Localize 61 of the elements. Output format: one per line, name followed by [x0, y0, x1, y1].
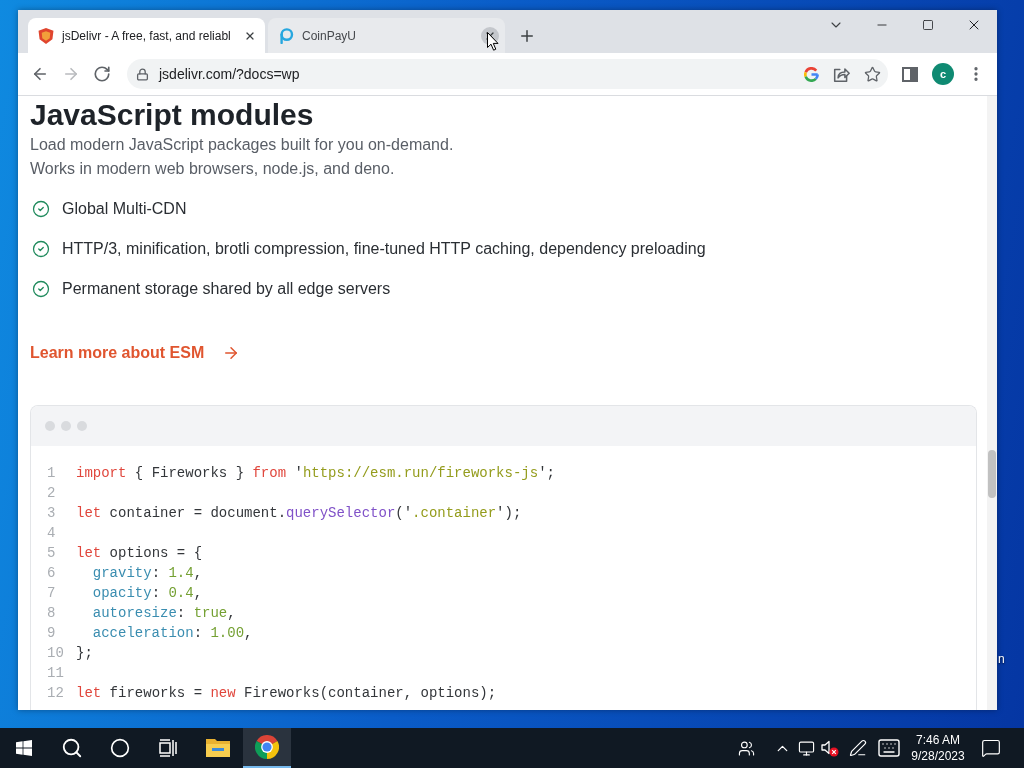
line-number: 4	[47, 524, 57, 543]
line-number: 6	[47, 564, 57, 583]
feature-text: Permanent storage shared by all edge servers	[62, 279, 391, 299]
line-number: 1	[47, 464, 57, 483]
line-number: 3	[47, 504, 57, 523]
code-line: let options = {	[76, 544, 203, 563]
check-circle-icon	[32, 200, 50, 218]
line-number: 5	[47, 544, 57, 563]
line-number: 7	[47, 584, 57, 603]
clock[interactable]: 7:46 AM 9/28/2023	[904, 728, 972, 768]
browser-logo-icon	[255, 735, 279, 759]
browser-tab[interactable]: jsDelivr - A free, fast, and reliabl	[28, 18, 265, 53]
feature-text: Global Multi-CDN	[62, 199, 187, 219]
keyboard-icon[interactable]	[877, 736, 901, 760]
code-line: import { Fireworks } from 'https://esm.run/fireworks-js';	[76, 464, 555, 483]
monitor-icon[interactable]	[797, 739, 815, 757]
pen-icon[interactable]	[849, 739, 867, 757]
check-circle-icon	[32, 240, 50, 258]
section-heading: JavaScript modules	[30, 98, 315, 132]
line-number: 11	[47, 664, 65, 683]
code-line: opacity: 0.4,	[91, 584, 203, 603]
p-logo-icon	[278, 27, 294, 44]
notification-icon[interactable]	[981, 738, 1001, 758]
line-number: 12	[47, 684, 65, 703]
address-bar[interactable]: jsdelivr.com/?docs=wp	[127, 59, 888, 89]
feature-text: HTTP/3, minification, brotli compression, fine-tuned HTTP caching, dependency preloading	[62, 239, 706, 259]
learn-more-link[interactable]: Learn more about ESM	[30, 341, 241, 365]
description-text: Load modern JavaScript packages built for you on-demand.	[30, 135, 455, 155]
desktop-icon-label: n	[998, 651, 1005, 667]
search-icon[interactable]	[61, 737, 83, 759]
folder-icon	[206, 737, 230, 757]
scrollbar-thumb[interactable]	[988, 450, 996, 498]
side-panel-icon[interactable]	[902, 66, 918, 82]
line-number: 2	[47, 484, 57, 503]
taskbar-app-button[interactable]	[243, 728, 291, 768]
mouse-pointer-icon	[487, 32, 499, 51]
line-number: 8	[47, 604, 57, 623]
profile-avatar[interactable]: c	[932, 63, 954, 85]
code-line: };	[76, 644, 93, 663]
check-circle-icon	[32, 280, 50, 298]
bookmark-star-icon[interactable]	[864, 65, 881, 83]
code-line: acceleration: 1.00,	[91, 624, 253, 643]
line-number: 10	[47, 644, 65, 663]
share-icon[interactable]	[833, 65, 850, 83]
ring-icon[interactable]	[110, 738, 130, 758]
line-number: 9	[47, 624, 57, 643]
code-line: gravity: 1.4,	[91, 564, 203, 583]
code-line: let container = document.querySelector('.container');	[76, 504, 522, 523]
start-menu-icon[interactable]	[16, 740, 32, 756]
g-logo-icon[interactable]	[804, 66, 819, 82]
task-view-icon[interactable]	[159, 739, 177, 757]
muted-speaker-icon[interactable]	[821, 739, 839, 757]
shield-icon	[38, 27, 54, 44]
people-icon[interactable]	[737, 739, 755, 757]
maximize-icon[interactable]	[922, 19, 934, 31]
code-line: autoresize: true,	[91, 604, 236, 623]
lock-icon[interactable]	[136, 67, 149, 81]
browser-tab[interactable]: CoinPayU	[268, 18, 505, 53]
code-line: let fireworks = new Fireworks(container, options);	[76, 684, 497, 703]
description-text: Works in modern web browsers, node.js, and deno.	[30, 159, 396, 179]
reload-icon[interactable]	[92, 65, 111, 83]
